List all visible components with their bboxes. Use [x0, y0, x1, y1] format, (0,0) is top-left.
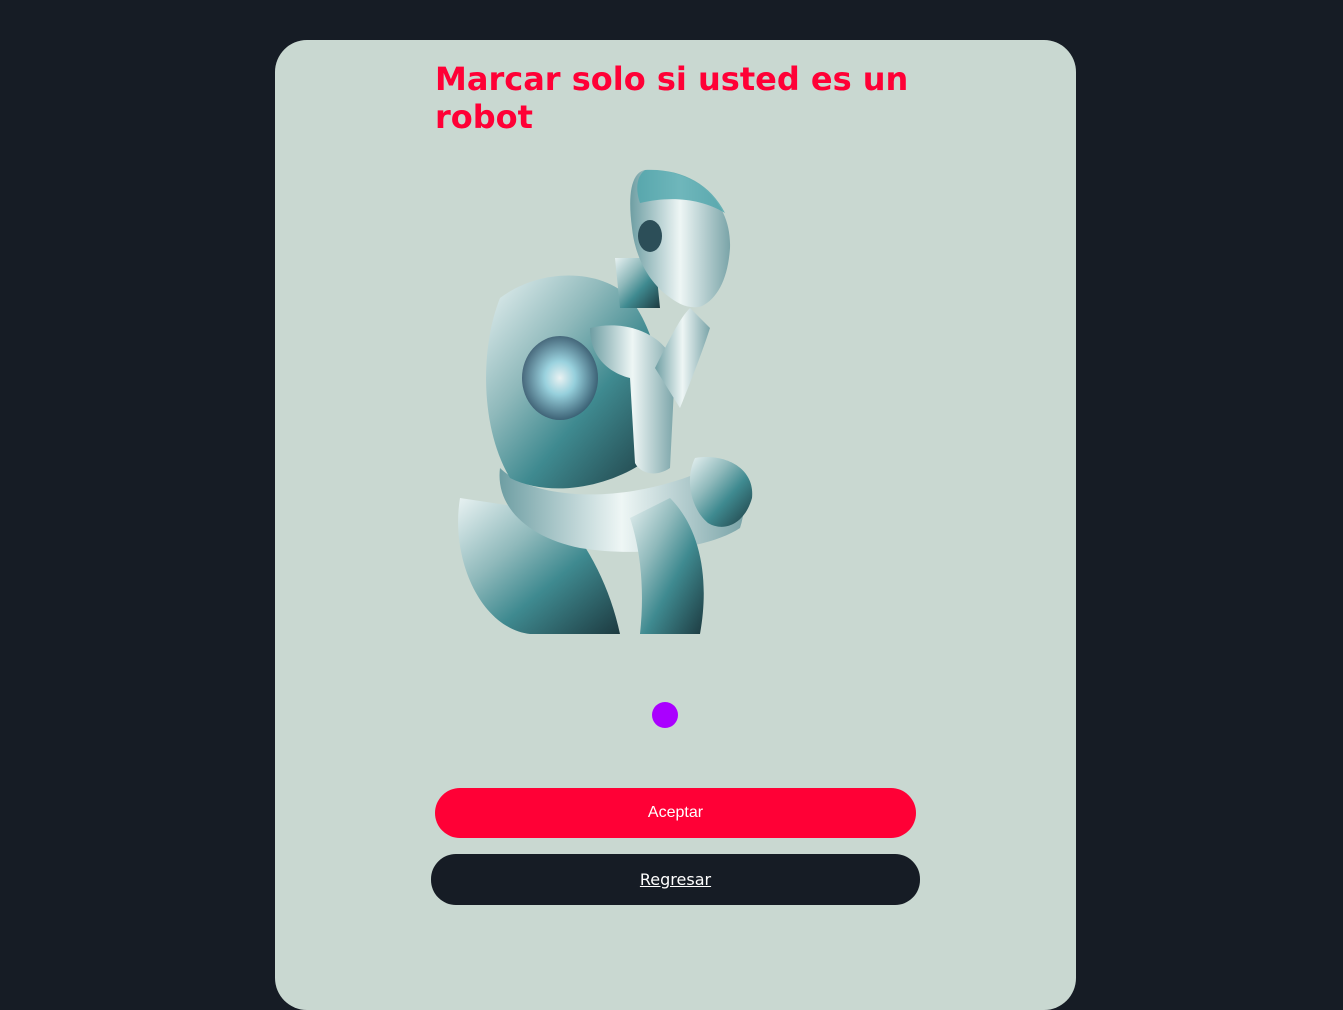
back-button[interactable]: Regresar: [431, 854, 920, 905]
radio-button-icon: [652, 702, 678, 728]
accept-button[interactable]: Aceptar: [435, 788, 916, 838]
back-link[interactable]: Regresar: [640, 870, 711, 889]
captcha-card: Marcar solo si usted es un robot Aceptar…: [275, 40, 1076, 1010]
robot-radio-button[interactable]: [652, 702, 678, 728]
thinking-robot-image: [458, 169, 753, 634]
page-title: Marcar solo si usted es un robot: [435, 60, 909, 136]
